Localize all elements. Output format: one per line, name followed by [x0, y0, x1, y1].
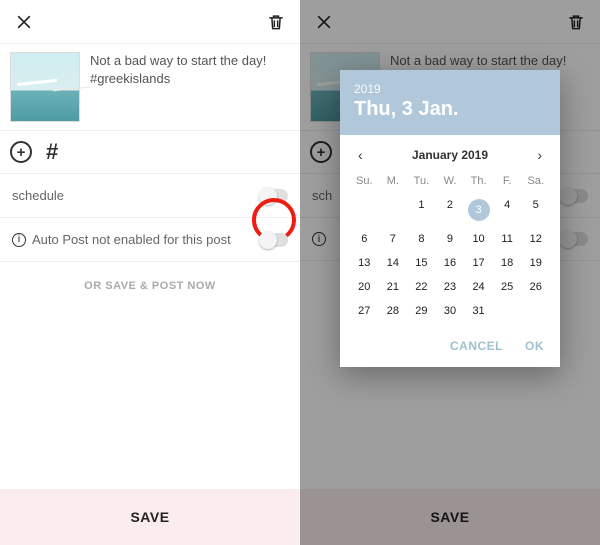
calendar-day[interactable]: 20 [350, 275, 379, 299]
schedule-toggle[interactable] [260, 189, 288, 203]
compose-panel-with-picker: Not a bad way to start the day! #greekis… [300, 0, 600, 545]
action-row: + # [0, 131, 300, 174]
calendar-dow: Tu. [407, 171, 436, 193]
picker-year[interactable]: 2019 [354, 82, 546, 96]
trash-icon[interactable] [262, 8, 290, 36]
date-picker: 2019 Thu, 3 Jan. ‹ January 2019 › Su.M.T… [340, 70, 560, 367]
calendar-day[interactable]: 28 [379, 299, 408, 323]
calendar-day[interactable]: 17 [464, 251, 493, 275]
schedule-row: schedule [0, 174, 300, 218]
cancel-button[interactable]: CANCEL [450, 339, 503, 353]
calendar-day[interactable]: 15 [407, 251, 436, 275]
calendar-dow: F. [493, 171, 522, 193]
calendar-dow: M. [379, 171, 408, 193]
calendar: ‹ January 2019 › Su.M.Tu.W.Th.F.Sa.12345… [340, 135, 560, 329]
picker-actions: CANCEL OK [340, 329, 560, 367]
calendar-grid: Su.M.Tu.W.Th.F.Sa.1234567891011121314151… [350, 171, 550, 323]
prev-month-icon[interactable]: ‹ [354, 147, 367, 163]
add-icon[interactable]: + [10, 141, 32, 163]
calendar-day[interactable]: 13 [350, 251, 379, 275]
calendar-day[interactable]: 2 [436, 193, 465, 227]
calendar-day[interactable]: 10 [464, 227, 493, 251]
calendar-day[interactable]: 31 [464, 299, 493, 323]
calendar-dow: Th. [464, 171, 493, 193]
calendar-nav: ‹ January 2019 › [350, 145, 550, 171]
calendar-dow: Sa. [521, 171, 550, 193]
calendar-day[interactable]: 14 [379, 251, 408, 275]
hashtag-icon[interactable]: # [46, 139, 58, 165]
calendar-day[interactable]: 12 [521, 227, 550, 251]
calendar-day[interactable]: 24 [464, 275, 493, 299]
picker-selected-date: Thu, 3 Jan. [354, 98, 546, 121]
calendar-day[interactable]: 25 [493, 275, 522, 299]
calendar-day[interactable]: 19 [521, 251, 550, 275]
calendar-day[interactable]: 30 [436, 299, 465, 323]
or-save-post-now[interactable]: OR SAVE & POST NOW [0, 262, 300, 310]
calendar-dow: W. [436, 171, 465, 193]
calendar-day[interactable]: 11 [493, 227, 522, 251]
compose-panel: Not a bad way to start the day! #greekis… [0, 0, 300, 545]
calendar-day[interactable]: 7 [379, 227, 408, 251]
calendar-day[interactable]: 26 [521, 275, 550, 299]
calendar-day[interactable]: 9 [436, 227, 465, 251]
ok-button[interactable]: OK [525, 339, 544, 353]
calendar-day[interactable]: 21 [379, 275, 408, 299]
post-thumbnail[interactable] [10, 52, 80, 122]
close-icon[interactable] [10, 8, 38, 36]
autopost-row: i Auto Post not enabled for this post [0, 218, 300, 262]
post-content-row: Not a bad way to start the day! #greekis… [0, 44, 300, 131]
save-button[interactable]: SAVE [0, 489, 300, 545]
calendar-day[interactable]: 3 [464, 193, 493, 227]
calendar-day[interactable]: 4 [493, 193, 522, 227]
autopost-toggle[interactable] [260, 233, 288, 247]
next-month-icon[interactable]: › [533, 147, 546, 163]
calendar-day[interactable]: 27 [350, 299, 379, 323]
calendar-day[interactable]: 22 [407, 275, 436, 299]
calendar-day[interactable]: 23 [436, 275, 465, 299]
calendar-dow: Su. [350, 171, 379, 193]
autopost-label: Auto Post not enabled for this post [32, 232, 231, 247]
info-icon: i [12, 233, 26, 247]
topbar [0, 0, 300, 44]
calendar-day[interactable]: 6 [350, 227, 379, 251]
calendar-day[interactable]: 18 [493, 251, 522, 275]
calendar-day[interactable]: 5 [521, 193, 550, 227]
calendar-day[interactable]: 1 [407, 193, 436, 227]
calendar-day[interactable]: 29 [407, 299, 436, 323]
schedule-label: schedule [12, 188, 64, 203]
post-caption[interactable]: Not a bad way to start the day! #greekis… [90, 52, 290, 122]
calendar-month-title: January 2019 [412, 148, 488, 162]
calendar-day[interactable]: 16 [436, 251, 465, 275]
calendar-day[interactable]: 8 [407, 227, 436, 251]
date-picker-header: 2019 Thu, 3 Jan. [340, 70, 560, 135]
